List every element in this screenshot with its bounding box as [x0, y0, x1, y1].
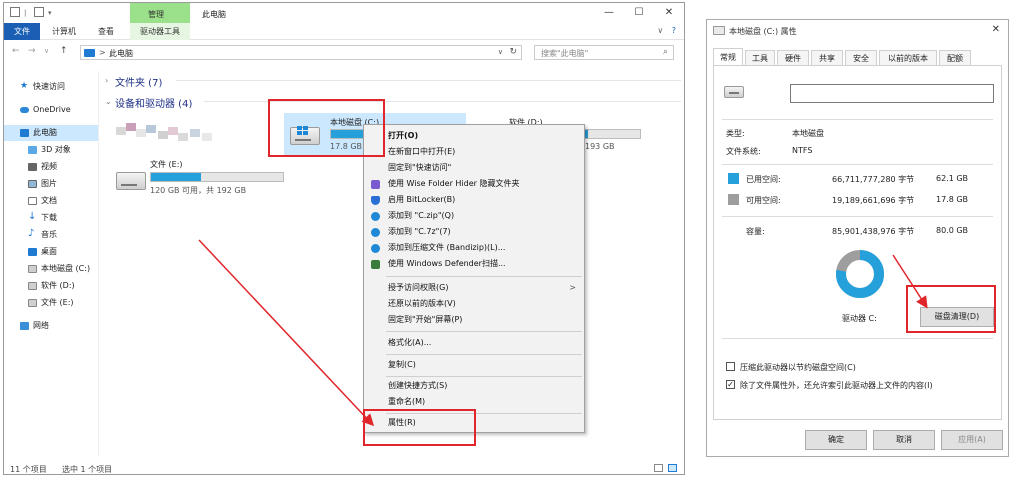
- annotation-arrows: [198, 239, 928, 427]
- annotation-arrow-to-cleanup: [892, 254, 928, 309]
- annotation-arrow-to-properties: [198, 239, 375, 427]
